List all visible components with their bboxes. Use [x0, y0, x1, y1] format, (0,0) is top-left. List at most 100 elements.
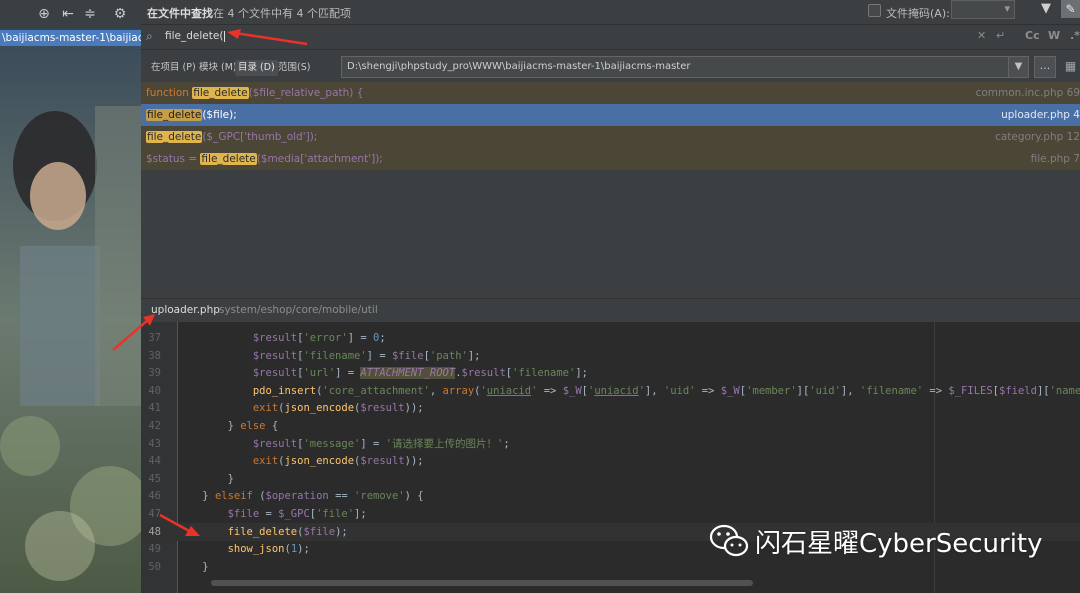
popup-header: 在文件中查找 在 4 个文件中有 4 个匹配项 文件掩码(A): ▼ ✎	[141, 0, 1080, 24]
code-line: 41 exit(json_encode($result));	[141, 399, 1080, 417]
code-text: $result['url'] = ATTACHMENT_ROOT.$result…	[252, 367, 588, 380]
code-text: pdo_insert('core_attachment', array('uni…	[252, 384, 1080, 397]
result-match: file_delete	[146, 131, 203, 143]
browse-button[interactable]: ...	[1034, 56, 1056, 78]
result-location: file.php 7	[1030, 153, 1080, 165]
line-number: 37	[148, 332, 161, 344]
line-number: 49	[148, 543, 161, 556]
code-line: 50 }	[141, 558, 1080, 576]
result-suffix: ($_GPC['thumb_old']);	[202, 131, 318, 143]
code-line: 43 $result['message'] = '请选择要上传的图片！';	[141, 435, 1080, 453]
code-text: $result['filename'] = $file['path'];	[252, 349, 481, 362]
line-number: 44	[148, 455, 161, 468]
code-text: }	[177, 472, 234, 485]
line-number: 42	[148, 420, 161, 432]
result-suffix: ($file);	[202, 109, 237, 121]
watermark: 闪石星曜CyberSecurity	[709, 522, 1043, 560]
line-number: 43	[148, 437, 161, 450]
code-line: 46 } elseif ($operation == 'remove') {	[141, 487, 1080, 505]
line-number: 46	[148, 490, 161, 503]
file-mask-combo[interactable]	[951, 0, 1015, 19]
line-number: 47	[148, 508, 161, 520]
tab-scope[interactable]: 范围(S)	[275, 60, 313, 76]
result-prefix: function	[146, 87, 193, 99]
result-row[interactable]: file_delete($_GPC['thumb_old']); categor…	[141, 126, 1080, 148]
result-match: file_delete	[192, 87, 249, 99]
code-text: exit(json_encode($result));	[252, 402, 424, 415]
preview-header: uploader.php system/eshop/core/mobile/ut…	[141, 298, 1080, 323]
line-number: 38	[148, 349, 161, 362]
code-line: 39 $result['url'] = ATTACHMENT_ROOT.$res…	[141, 364, 1080, 382]
result-row[interactable]: function file_delete($file_relative_path…	[141, 82, 1080, 104]
result-row-selected[interactable]: file_delete($file); uploader.php 4	[141, 104, 1080, 126]
code-line: 47 $file = $_GPC['file'];	[141, 505, 1080, 523]
pin-icon[interactable]: ✎	[1061, 0, 1080, 18]
result-location: uploader.php 4	[1001, 109, 1080, 121]
line-number: 50	[148, 560, 161, 573]
match-case-toggle[interactable]: Cc	[1025, 29, 1040, 42]
wechat-icon	[709, 524, 749, 558]
file-mask-checkbox[interactable]	[868, 4, 881, 17]
tab-in-project[interactable]: 在项目 (P)	[148, 60, 199, 76]
gear-icon[interactable]: ⚙	[112, 6, 128, 22]
result-match: file_delete	[200, 153, 257, 165]
directory-field[interactable]: D:\shengji\phpstudy_pro\WWW\baijiacms-ma…	[341, 56, 1016, 78]
horizontal-scrollbar[interactable]	[211, 580, 753, 586]
search-row: ⌕ file_delete( ✕ ↵ Cc W .*	[141, 24, 1080, 50]
new-line-icon[interactable]: ↵	[996, 29, 1005, 42]
code-text: $result['error'] = 0;	[252, 332, 386, 344]
whole-words-toggle[interactable]: W	[1048, 29, 1060, 42]
project-panel: ⊕ ⇤ ≑ ⚙ \baijiacms-master-1\baijiacms	[0, 0, 141, 593]
code-line: 37 $result['error'] = 0;	[141, 329, 1080, 347]
line-number: 41	[148, 402, 161, 415]
result-suffix: ($media['attachment']);	[256, 153, 383, 165]
code-text: $result['message'] = '请选择要上传的图片！';	[252, 437, 510, 450]
preview-file-name: uploader.php	[151, 304, 220, 316]
line-number: 40	[148, 384, 161, 397]
code-text: exit(json_encode($result));	[252, 455, 424, 468]
project-tree-selected-item[interactable]: \baijiacms-master-1\baijiacms	[0, 30, 141, 46]
match-summary: 在 4 个文件中有 4 个匹配项	[213, 7, 351, 20]
project-toolbar: ⊕ ⇤ ≑ ⚙	[0, 0, 141, 28]
result-location: common.inc.php 69	[975, 87, 1080, 99]
expand-icon[interactable]: ≑	[82, 6, 98, 22]
code-text: file_delete($file);	[227, 525, 348, 538]
result-row[interactable]: $status = file_delete($media['attachment…	[141, 148, 1080, 170]
result-match: file_delete	[146, 109, 203, 121]
filter-icon[interactable]: ▼	[1037, 0, 1055, 18]
code-text: } elseif ($operation == 'remove') {	[177, 490, 424, 503]
code-text: show_json(1);	[227, 543, 310, 556]
recursive-directory-icon[interactable]: ▦	[1061, 56, 1080, 76]
code-text: }	[177, 560, 209, 573]
preview-file-path: system/eshop/core/mobile/util	[219, 304, 378, 316]
line-number: 45	[148, 472, 161, 485]
search-icon[interactable]: ⌕	[146, 29, 153, 44]
background-wallpaper	[0, 46, 141, 593]
tab-module[interactable]: 模块 (M)	[196, 60, 240, 76]
tab-directory[interactable]: 目录 (D)	[235, 60, 278, 76]
file-mask-label: 文件掩码(A):	[886, 7, 950, 20]
code-line: 42 } else {	[141, 417, 1080, 435]
regex-toggle[interactable]: .*	[1070, 29, 1080, 42]
results-list: function file_delete($file_relative_path…	[141, 82, 1080, 170]
watermark-text: 闪石星曜CyberSecurity	[755, 528, 1043, 559]
search-input[interactable]: file_delete(	[165, 30, 225, 42]
line-number: 48	[148, 525, 161, 538]
code-line: 40 pdo_insert('core_attachment', array('…	[141, 382, 1080, 400]
code-line: 45 }	[141, 470, 1080, 488]
collapse-all-icon[interactable]: ⇤	[60, 6, 76, 22]
chevron-down-icon[interactable]: ▼	[1008, 56, 1029, 78]
line-number: 39	[148, 367, 161, 380]
code-line: 38 $result['filename'] = $file['path'];	[141, 347, 1080, 365]
popup-title: 在文件中查找	[147, 7, 213, 20]
clear-icon[interactable]: ✕	[977, 29, 986, 42]
code-text: } else {	[177, 420, 279, 432]
result-suffix: ($file_relative_path) {	[248, 87, 364, 99]
result-location: category.php 12	[995, 131, 1080, 143]
crosshair-icon[interactable]: ⊕	[36, 6, 52, 22]
find-in-path-popup: 在文件中查找 在 4 个文件中有 4 个匹配项 文件掩码(A): ▼ ✎ ⌕ f…	[141, 0, 1080, 593]
results-empty-area	[141, 170, 1080, 298]
code-text: $file = $_GPC['file'];	[227, 508, 367, 520]
result-prefix: $status =	[146, 153, 201, 165]
code-line: 44 exit(json_encode($result));	[141, 452, 1080, 470]
